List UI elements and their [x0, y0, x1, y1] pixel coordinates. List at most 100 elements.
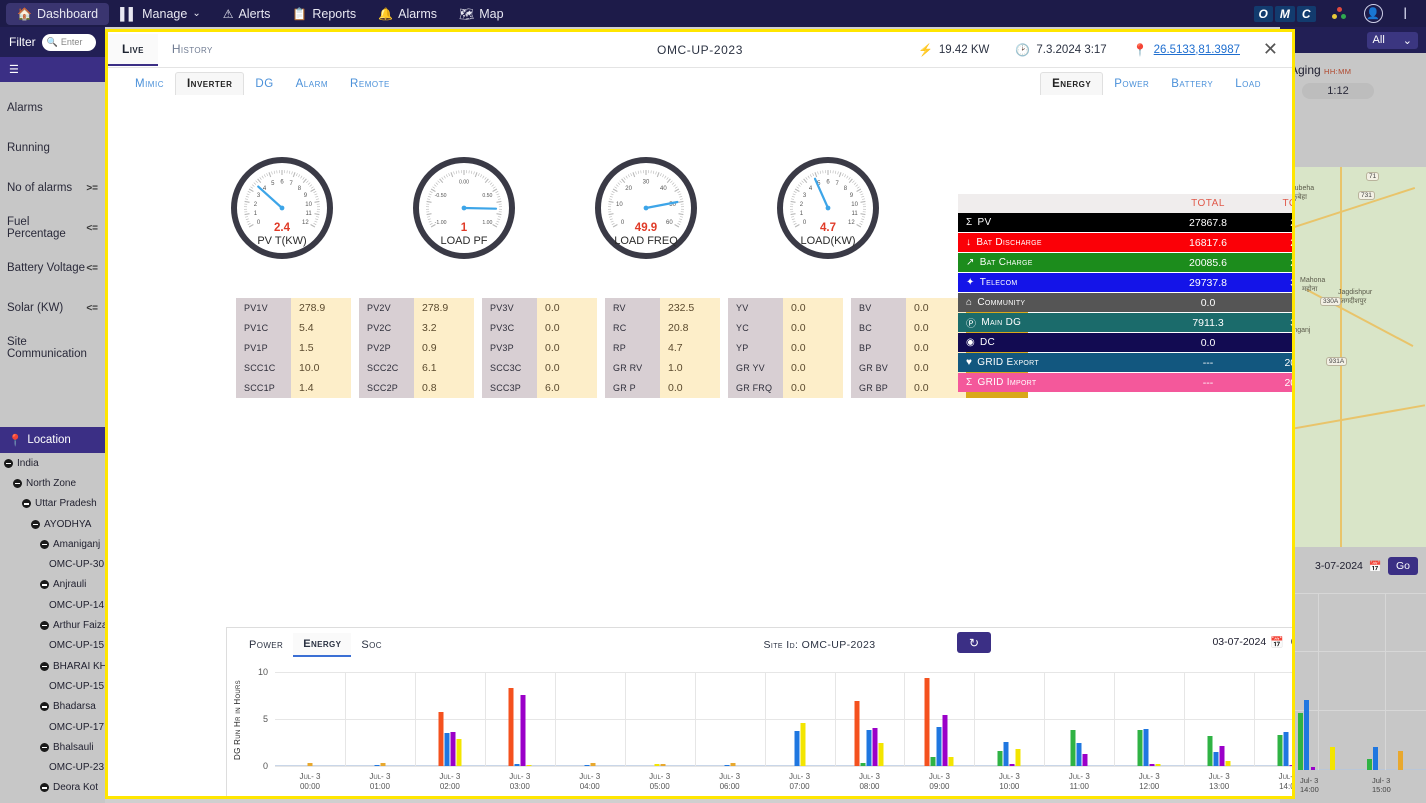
collapse-toggle-icon[interactable]: [40, 702, 49, 711]
chart-bar[interactable]: [1226, 761, 1231, 766]
collapse-toggle-icon[interactable]: [40, 743, 49, 752]
calendar-icon[interactable]: 📅: [1270, 636, 1284, 649]
chart-bar[interactable]: [1010, 764, 1015, 766]
all-filter-select[interactable]: All ⌄: [1367, 32, 1418, 49]
collapse-toggle-icon[interactable]: [40, 662, 49, 671]
modal-tab-live[interactable]: Live: [108, 34, 158, 66]
chart-bar[interactable]: [380, 763, 385, 766]
chart-bar[interactable]: [1083, 754, 1088, 766]
location-leaf[interactable]: OMC-UP-17: [0, 717, 105, 737]
chart-bar[interactable]: [660, 764, 665, 766]
filter-row-no-of-alarms[interactable]: No of alarms>=: [0, 168, 105, 208]
collapse-toggle-icon[interactable]: [40, 621, 49, 630]
collapse-toggle-icon[interactable]: [13, 479, 22, 488]
nav-item-manage[interactable]: ▌▌Manage⌄: [109, 3, 212, 25]
chart-bar[interactable]: [456, 739, 461, 766]
chart-bar[interactable]: [526, 765, 531, 766]
chart-bar[interactable]: [730, 763, 735, 766]
chart-bar[interactable]: [1156, 764, 1161, 766]
chart-date-to[interactable]: 03-07-2024 📅: [1291, 636, 1292, 649]
location-leaf[interactable]: OMC-UP-14: [0, 595, 105, 615]
location-node[interactable]: AYODHYA: [0, 514, 105, 534]
energy-tab-load[interactable]: Load: [1224, 73, 1272, 95]
chart-date-from[interactable]: 03-07-2024 📅: [1212, 636, 1283, 649]
nav-item-alarms[interactable]: 🔔Alarms: [367, 3, 448, 25]
chart-bar[interactable]: [800, 723, 805, 766]
location-node[interactable]: India: [0, 453, 105, 473]
chart-bar[interactable]: [654, 764, 659, 766]
collapse-toggle-icon[interactable]: [31, 520, 40, 529]
chart-bar[interactable]: [1278, 735, 1283, 766]
chart-bar[interactable]: [1004, 742, 1009, 766]
right-date-value[interactable]: 3-07-2024: [1315, 560, 1363, 572]
chart-bar[interactable]: [508, 688, 513, 766]
nav-item-dashboard[interactable]: 🏠Dashboard: [6, 3, 109, 25]
chart-bar[interactable]: [931, 757, 936, 766]
refresh-button[interactable]: ↻: [957, 632, 991, 653]
location-node[interactable]: Deora Kot: [0, 778, 105, 798]
chart-bar[interactable]: [307, 763, 312, 766]
subtab-dg[interactable]: DG: [244, 73, 284, 95]
chart-bar[interactable]: [584, 765, 589, 766]
chart-bar[interactable]: [514, 764, 519, 766]
chart-tab-soc[interactable]: Soc: [351, 634, 392, 656]
chart-bar[interactable]: [520, 695, 525, 766]
chart-bar[interactable]: [861, 763, 866, 766]
modal-tab-history[interactable]: History: [158, 34, 227, 66]
chart-bar[interactable]: [873, 728, 878, 766]
chart-bar[interactable]: [1138, 730, 1143, 766]
location-node[interactable]: Arthur Faizab: [0, 615, 105, 635]
power-logout-icon[interactable]: ⏽: [1399, 5, 1412, 22]
chart-bar[interactable]: [1290, 765, 1292, 766]
collapse-toggle-icon[interactable]: [40, 783, 49, 792]
location-node[interactable]: Bhalsauli: [0, 737, 105, 757]
chart-bar[interactable]: [1077, 743, 1082, 766]
subtab-inverter[interactable]: Inverter: [175, 72, 244, 95]
filter-toggle-bar[interactable]: ☰: [0, 57, 105, 82]
calendar-icon[interactable]: 📅: [1369, 560, 1382, 573]
mini-map[interactable]: Kubeha कुबेहा Mahona महोना Jagdishpur जग…: [1280, 167, 1426, 547]
nav-item-alerts[interactable]: ⚠Alerts: [212, 3, 282, 25]
status-dots-icon[interactable]: [1332, 7, 1348, 21]
coordinates-link[interactable]: 26.5133,81.3987: [1154, 44, 1240, 56]
close-icon[interactable]: ✕: [1263, 40, 1278, 58]
location-node[interactable]: North Zone: [0, 473, 105, 493]
chart-bar[interactable]: [949, 757, 954, 766]
collapse-toggle-icon[interactable]: [40, 540, 49, 549]
chart-bar[interactable]: [1144, 729, 1149, 766]
location-node[interactable]: Anjrauli: [0, 575, 105, 595]
chart-bar[interactable]: [590, 763, 595, 766]
energy-tab-energy[interactable]: Energy: [1040, 72, 1103, 95]
collapse-toggle-icon[interactable]: [4, 459, 13, 468]
nav-item-map[interactable]: 🗺Map: [448, 3, 515, 25]
chart-bar[interactable]: [438, 712, 443, 766]
chart-bar[interactable]: [1016, 749, 1021, 766]
chart-bar[interactable]: [724, 765, 729, 766]
chart-bar[interactable]: [937, 727, 942, 766]
collapse-toggle-icon[interactable]: [40, 580, 49, 589]
chart-bar[interactable]: [925, 678, 930, 766]
chart-tab-power[interactable]: Power: [239, 634, 293, 656]
filter-row-fuel-percentage[interactable]: Fuel Percentage<=: [0, 208, 105, 248]
chart-bar[interactable]: [1220, 746, 1225, 766]
location-node[interactable]: BHARAI KHUR: [0, 656, 105, 676]
chart-bar[interactable]: [998, 751, 1003, 766]
chart-bar[interactable]: [1284, 732, 1289, 766]
subtab-remote[interactable]: Remote: [339, 73, 401, 95]
chart-bar[interactable]: [444, 733, 449, 766]
energy-tab-battery[interactable]: Battery: [1160, 73, 1224, 95]
subtab-mimic[interactable]: Mimic: [124, 73, 175, 95]
user-account-icon[interactable]: 👤: [1364, 4, 1383, 23]
chart-bar[interactable]: [374, 765, 379, 766]
chart-tab-energy[interactable]: Energy: [293, 633, 351, 657]
location-node[interactable]: Uttar Pradesh: [0, 494, 105, 514]
chart-bar[interactable]: [879, 743, 884, 766]
chart-bar[interactable]: [943, 715, 948, 766]
location-leaf[interactable]: OMC-UP-15: [0, 676, 105, 696]
subtab-alarm[interactable]: Alarm: [285, 73, 339, 95]
chart-bar[interactable]: [867, 730, 872, 766]
filter-row-battery-voltage[interactable]: Battery Voltage<=: [0, 248, 105, 288]
search-input[interactable]: 🔍 Enter: [42, 34, 96, 51]
filter-row-site-communication[interactable]: Site Communication: [0, 328, 105, 368]
location-leaf[interactable]: OMC-UP-15: [0, 636, 105, 656]
